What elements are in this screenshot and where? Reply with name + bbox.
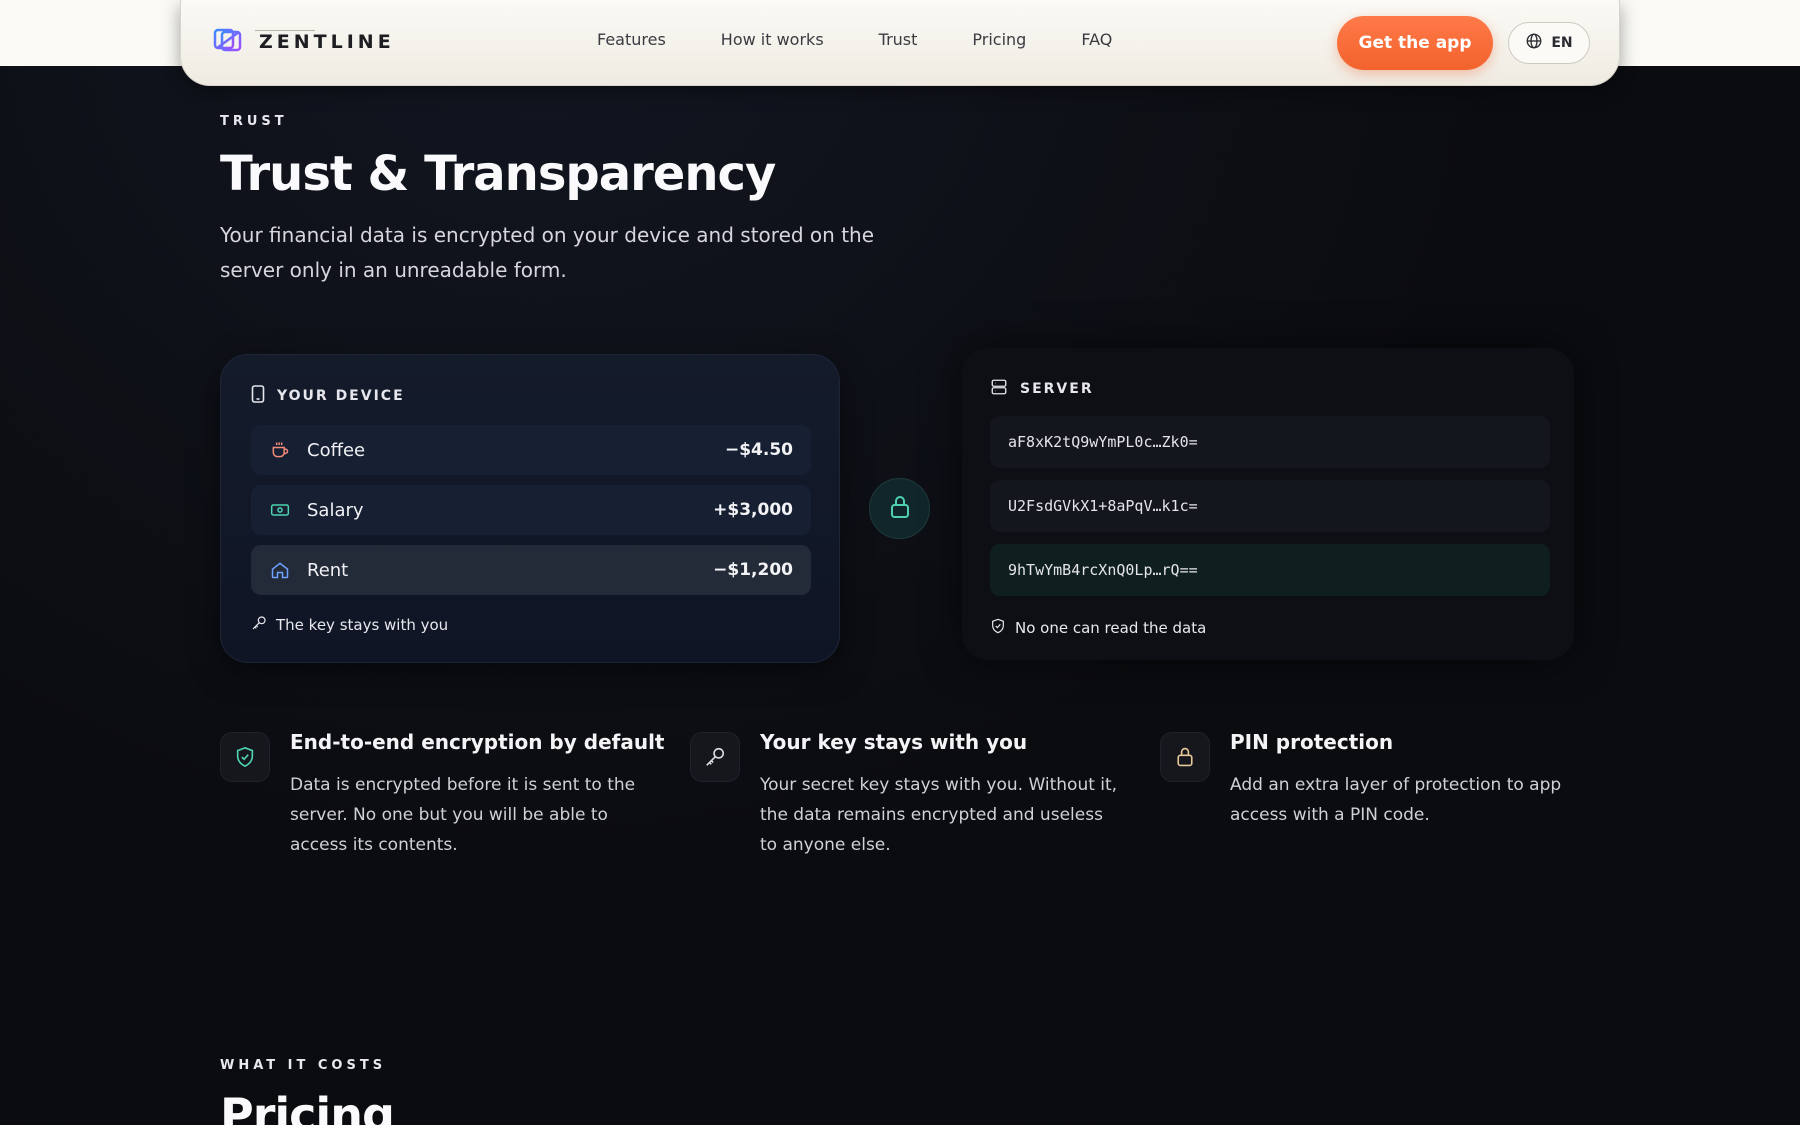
shield-check-icon — [990, 618, 1006, 638]
shield-check-icon — [220, 732, 270, 782]
key-icon — [690, 732, 740, 782]
language-switcher[interactable]: EN — [1508, 22, 1590, 64]
nav-link-pricing[interactable]: Pricing — [972, 30, 1026, 49]
pricing-title: Pricing — [220, 1088, 395, 1125]
cipher-row: U2FsdGVkX1+8aPqV…k1c= — [990, 480, 1550, 532]
brand-underline — [255, 30, 315, 31]
globe-icon — [1525, 32, 1543, 54]
transaction-row[interactable]: Salary +$3,000 — [251, 485, 811, 535]
server-footer: No one can read the data — [990, 618, 1206, 638]
nav-link-how-it-works[interactable]: How it works — [721, 30, 824, 49]
brand-logo-icon — [213, 28, 243, 56]
feature-description: Your secret key stays with you. Without … — [760, 775, 1118, 855]
key-icon — [251, 615, 267, 635]
device-heading-label: YOUR DEVICE — [277, 388, 405, 404]
nav-link-features[interactable]: Features — [597, 30, 666, 49]
transaction-label: Salary — [307, 499, 364, 521]
feature-title: PIN protection — [1230, 730, 1394, 754]
feature-title: End-to-end encryption by default — [290, 730, 665, 754]
encryption-lock-badge — [869, 478, 930, 539]
pricing-eyebrow: WHAT IT COSTS — [220, 1058, 387, 1073]
transaction-amount: +$3,000 — [713, 500, 793, 520]
transaction-amount: −$4.50 — [724, 440, 793, 460]
phone-icon — [251, 385, 265, 407]
trust-lead: Your financial data is encrypted on your… — [220, 223, 875, 282]
transaction-row[interactable]: Rent −$1,200 — [251, 545, 811, 595]
device-footer: The key stays with you — [251, 615, 448, 635]
top-navbar: ZENTLINE Features How it works Trust Pri… — [180, 0, 1620, 86]
transaction-label: Coffee — [307, 439, 366, 461]
server-heading-label: SERVER — [1020, 381, 1094, 397]
home-icon — [269, 560, 291, 580]
trust-eyebrow: TRUST — [220, 114, 288, 129]
lock-icon — [888, 494, 912, 524]
device-heading: YOUR DEVICE — [251, 385, 405, 407]
transaction-amount: −$1,200 — [713, 560, 793, 580]
lock-icon — [1160, 732, 1210, 782]
nav-link-trust[interactable]: Trust — [879, 30, 918, 49]
server-heading: SERVER — [990, 378, 1094, 400]
nav-link-faq[interactable]: FAQ — [1081, 30, 1112, 49]
feature-description: Data is encrypted before it is sent to t… — [290, 775, 636, 855]
server-footer-label: No one can read the data — [1015, 619, 1207, 637]
cipher-row: 9hTwYmB4rcXnQ0Lp…rQ== — [990, 544, 1550, 596]
language-label: EN — [1551, 35, 1573, 51]
banknote-icon — [269, 502, 291, 518]
server-card: SERVER aF8xK2tQ9wYmPL0c…Zk0= U2FsdGVkX1+… — [962, 348, 1574, 660]
cipher-row: aF8xK2tQ9wYmPL0c…Zk0= — [990, 416, 1550, 468]
device-footer-label: The key stays with you — [276, 616, 449, 634]
feature-title: Your key stays with you — [760, 730, 1028, 754]
feature-description: Add an extra layer of protection to app … — [1230, 775, 1562, 825]
server-icon — [990, 378, 1008, 400]
brand[interactable]: ZENTLINE — [213, 28, 395, 56]
coffee-cup-icon — [269, 440, 291, 460]
get-app-button[interactable]: Get the app — [1337, 16, 1493, 70]
transaction-label: Rent — [307, 559, 349, 581]
transaction-row[interactable]: Coffee −$4.50 — [251, 425, 811, 475]
page-title: Trust & Transparency — [220, 146, 776, 202]
device-card: YOUR DEVICE Coffee −$4.50 Salary +$3,000 — [220, 354, 840, 663]
brand-name: ZENTLINE — [259, 31, 395, 53]
nav-links: Features How it works Trust Pricing FAQ — [597, 30, 1112, 49]
